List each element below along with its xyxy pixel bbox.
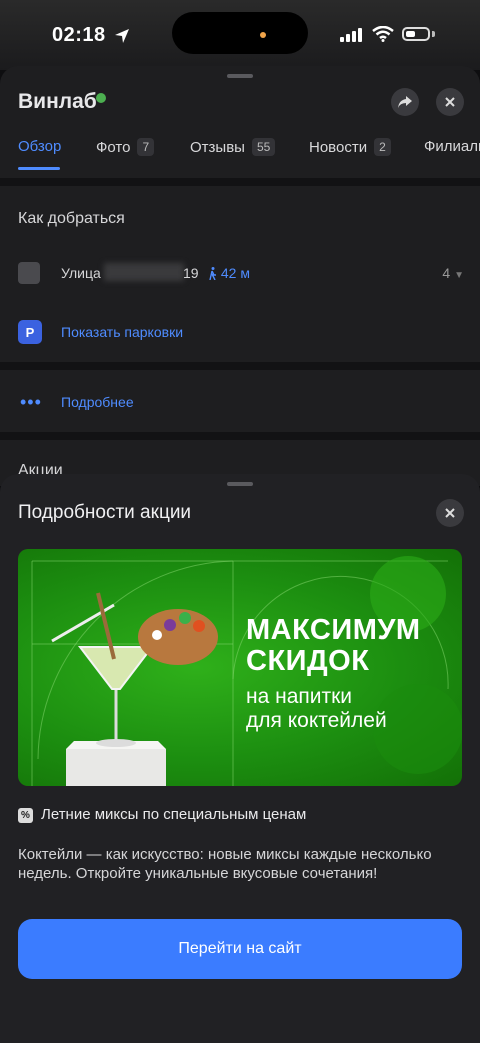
promo-description: Коктейли — как искусство: новые миксы ка…	[18, 846, 432, 882]
more-link[interactable]: Подробнее	[61, 394, 134, 410]
chevron-down-icon: ▼	[454, 270, 464, 281]
sheet-title: Подробности акции	[18, 502, 192, 523]
route-row[interactable]: Улица 19 42 м 4 ▼	[18, 262, 464, 284]
directions-title: Как добраться	[18, 210, 125, 227]
tab-photos[interactable]: Фото 7	[96, 138, 155, 156]
discount-icon: %	[18, 808, 33, 823]
routes-count[interactable]: 4 ▼	[442, 265, 464, 281]
sheet-grabber[interactable]	[227, 482, 253, 486]
parking-icon: P	[18, 320, 42, 344]
place-tabs: Обзор Фото7 Отзывы55 Новости2 Филиалы	[18, 138, 480, 168]
tab-count-badge: 2	[374, 138, 391, 156]
go-to-website-button[interactable]: Перейти на сайт	[18, 919, 462, 979]
share-icon	[398, 96, 412, 108]
tab-count-badge: 55	[251, 138, 276, 156]
banner-headline: МАКСИМУМ СКИДОК	[246, 614, 421, 677]
status-time: 02:18	[52, 24, 106, 46]
redacted-street-name	[104, 263, 184, 281]
card-grabber[interactable]	[227, 74, 253, 78]
close-card-button[interactable]	[436, 88, 464, 116]
tab-count-badge: 7	[137, 138, 155, 156]
verified-icon	[96, 93, 106, 103]
place-title: Винлаб	[18, 90, 97, 113]
close-icon	[445, 97, 455, 107]
share-button[interactable]	[391, 88, 419, 116]
tab-overview[interactable]: Обзор	[18, 138, 61, 155]
wifi-icon	[372, 26, 394, 42]
house-number: 19	[183, 265, 199, 281]
promo-name: Летние миксы по специальным ценам	[41, 806, 307, 823]
walk-distance: 42 м	[208, 265, 250, 281]
walking-icon	[209, 267, 216, 281]
cellular-signal-icon	[340, 28, 362, 42]
transit-icon	[18, 262, 40, 284]
tab-news[interactable]: Новости 2	[309, 138, 391, 156]
street-label: Улица	[61, 265, 101, 281]
status-bar: 02:18	[0, 0, 480, 70]
active-tab-indicator	[18, 167, 60, 170]
close-icon	[445, 508, 455, 518]
place-card: Винлаб Обзор Фото 7 Отзывы 55 Новости 2 Фил…	[0, 66, 480, 486]
close-sheet-button[interactable]	[436, 499, 464, 527]
tab-branches[interactable]: Филиалы	[424, 138, 480, 155]
banner-subtitle: на напитки для коктейлей	[246, 685, 387, 732]
battery-icon	[402, 27, 430, 41]
location-arrow-icon	[115, 29, 129, 43]
promo-banner: МАКСИМУМ СКИДОК на напитки для коктейлей	[18, 549, 462, 786]
dynamic-island	[172, 12, 308, 54]
recording-indicator	[260, 32, 266, 38]
tab-reviews[interactable]: Отзывы 55	[190, 138, 276, 156]
promo-details-sheet: Подробности акции МАКСИМУМ СКИДОК на нап…	[0, 474, 480, 1043]
show-parking-link[interactable]: Показать парковки	[61, 324, 183, 340]
more-dots-icon: •••	[20, 392, 42, 412]
